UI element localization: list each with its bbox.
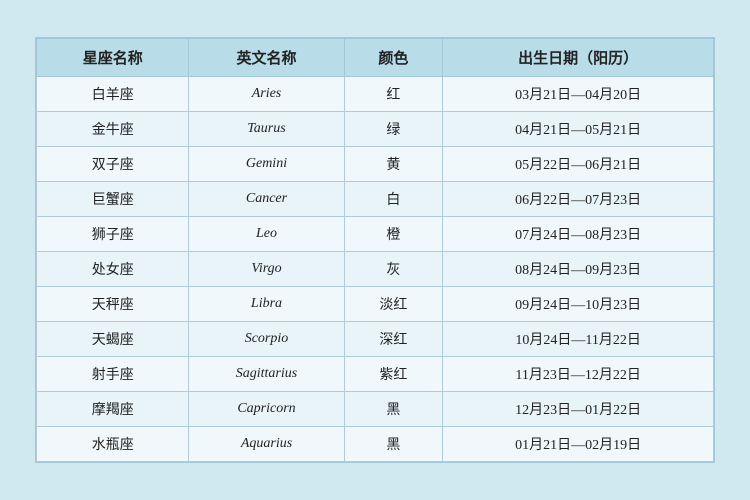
table-row: 狮子座Leo橙07月24日—08月23日: [37, 217, 714, 252]
cell-9-1: Capricorn: [189, 392, 344, 427]
cell-7-1: Scorpio: [189, 322, 344, 357]
table-row: 天秤座Libra淡红09月24日—10月23日: [37, 287, 714, 322]
cell-7-2: 深红: [344, 322, 443, 357]
cell-1-3: 04月21日—05月21日: [443, 112, 714, 147]
cell-5-1: Virgo: [189, 252, 344, 287]
cell-5-0: 处女座: [37, 252, 189, 287]
cell-9-0: 摩羯座: [37, 392, 189, 427]
table-row: 巨蟹座Cancer白06月22日—07月23日: [37, 182, 714, 217]
cell-5-2: 灰: [344, 252, 443, 287]
cell-8-3: 11月23日—12月22日: [443, 357, 714, 392]
cell-6-2: 淡红: [344, 287, 443, 322]
cell-2-3: 05月22日—06月21日: [443, 147, 714, 182]
table-row: 水瓶座Aquarius黑01月21日—02月19日: [37, 427, 714, 462]
cell-3-3: 06月22日—07月23日: [443, 182, 714, 217]
cell-7-0: 天蝎座: [37, 322, 189, 357]
table-row: 白羊座Aries红03月21日—04月20日: [37, 77, 714, 112]
table-header-row: 星座名称英文名称颜色出生日期（阳历）: [37, 39, 714, 77]
zodiac-table: 星座名称英文名称颜色出生日期（阳历） 白羊座Aries红03月21日—04月20…: [36, 38, 714, 462]
zodiac-table-container: 星座名称英文名称颜色出生日期（阳历） 白羊座Aries红03月21日—04月20…: [35, 37, 715, 463]
cell-2-1: Gemini: [189, 147, 344, 182]
cell-10-3: 01月21日—02月19日: [443, 427, 714, 462]
table-row: 射手座Sagittarius紫红11月23日—12月22日: [37, 357, 714, 392]
cell-10-1: Aquarius: [189, 427, 344, 462]
cell-8-2: 紫红: [344, 357, 443, 392]
cell-2-2: 黄: [344, 147, 443, 182]
header-col-0: 星座名称: [37, 39, 189, 77]
cell-0-3: 03月21日—04月20日: [443, 77, 714, 112]
table-row: 天蝎座Scorpio深红10月24日—11月22日: [37, 322, 714, 357]
table-row: 金牛座Taurus绿04月21日—05月21日: [37, 112, 714, 147]
cell-3-0: 巨蟹座: [37, 182, 189, 217]
cell-10-0: 水瓶座: [37, 427, 189, 462]
cell-0-1: Aries: [189, 77, 344, 112]
header-col-2: 颜色: [344, 39, 443, 77]
cell-9-2: 黑: [344, 392, 443, 427]
cell-3-2: 白: [344, 182, 443, 217]
cell-4-3: 07月24日—08月23日: [443, 217, 714, 252]
table-row: 双子座Gemini黄05月22日—06月21日: [37, 147, 714, 182]
cell-10-2: 黑: [344, 427, 443, 462]
cell-0-0: 白羊座: [37, 77, 189, 112]
cell-6-0: 天秤座: [37, 287, 189, 322]
cell-4-2: 橙: [344, 217, 443, 252]
cell-5-3: 08月24日—09月23日: [443, 252, 714, 287]
header-col-3: 出生日期（阳历）: [443, 39, 714, 77]
cell-8-0: 射手座: [37, 357, 189, 392]
cell-6-3: 09月24日—10月23日: [443, 287, 714, 322]
cell-4-0: 狮子座: [37, 217, 189, 252]
cell-4-1: Leo: [189, 217, 344, 252]
cell-3-1: Cancer: [189, 182, 344, 217]
cell-1-0: 金牛座: [37, 112, 189, 147]
cell-0-2: 红: [344, 77, 443, 112]
cell-1-1: Taurus: [189, 112, 344, 147]
table-row: 摩羯座Capricorn黑12月23日—01月22日: [37, 392, 714, 427]
table-row: 处女座Virgo灰08月24日—09月23日: [37, 252, 714, 287]
cell-7-3: 10月24日—11月22日: [443, 322, 714, 357]
header-col-1: 英文名称: [189, 39, 344, 77]
cell-6-1: Libra: [189, 287, 344, 322]
cell-2-0: 双子座: [37, 147, 189, 182]
cell-9-3: 12月23日—01月22日: [443, 392, 714, 427]
cell-8-1: Sagittarius: [189, 357, 344, 392]
cell-1-2: 绿: [344, 112, 443, 147]
